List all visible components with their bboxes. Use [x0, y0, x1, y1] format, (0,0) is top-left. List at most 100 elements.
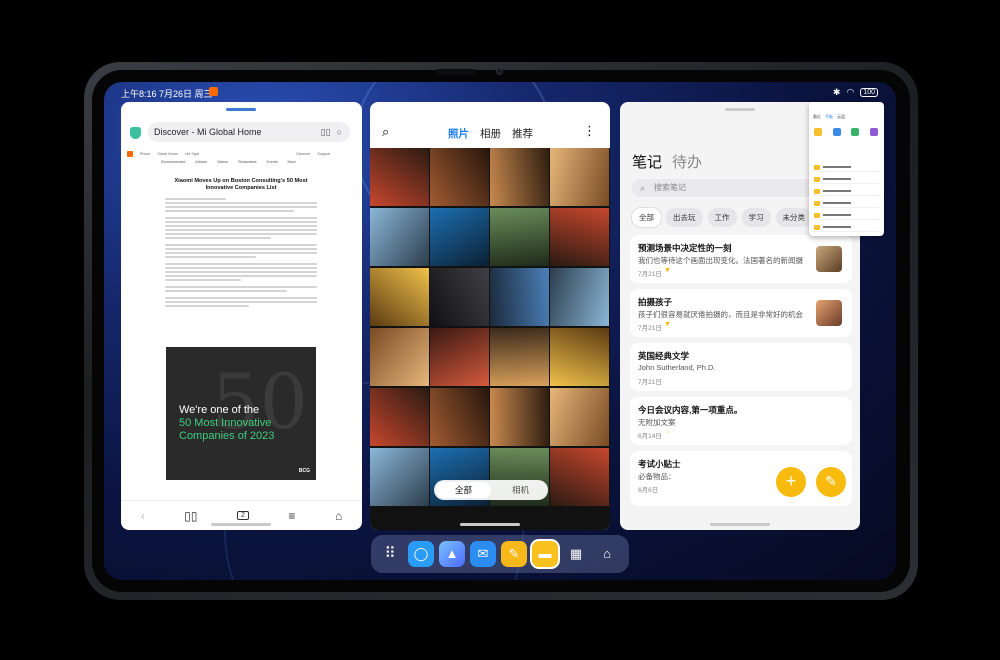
shield-icon	[130, 127, 141, 139]
chip[interactable]: 出去玩	[666, 208, 703, 227]
photo-thumbnail[interactable]	[370, 328, 429, 386]
add-note-button[interactable]: +	[776, 467, 806, 497]
home-icon[interactable]: ⌂	[594, 541, 620, 567]
chip[interactable]: 全部	[632, 208, 661, 227]
file-row[interactable]	[813, 176, 879, 184]
more-icon[interactable]: ⋮	[583, 123, 596, 139]
category-link[interactable]: Recommended	[161, 160, 185, 164]
nav-link[interactable]: Smart Home	[157, 152, 177, 156]
gallery-icon[interactable]: ▲	[439, 541, 465, 567]
photo-thumbnail[interactable]	[430, 268, 489, 326]
note-card[interactable]: 预测场景中决定性的一刻 我们也等待这个画面出现变化。法国著名的新闻摄影 7月21…	[630, 235, 852, 283]
photo-thumbnail[interactable]	[370, 448, 429, 506]
media-icon[interactable]	[869, 128, 878, 136]
doc-icon[interactable]	[832, 128, 841, 136]
folder-icon[interactable]	[814, 128, 822, 136]
file-row[interactable]	[813, 188, 879, 196]
segment-all[interactable]: 全部	[436, 482, 491, 498]
photo-thumbnail[interactable]	[370, 388, 429, 446]
photo-thumbnail[interactable]	[430, 208, 489, 266]
window-handle[interactable]	[226, 108, 256, 111]
search-icon[interactable]: ⌕	[382, 124, 389, 140]
category-link[interactable]: Articles	[195, 160, 207, 164]
mini-tab[interactable]: 云盘	[837, 114, 845, 120]
gesture-bar[interactable]	[460, 523, 520, 526]
photo-thumbnail[interactable]	[490, 268, 549, 326]
note-card[interactable]: 今日会议内容,第一项重点。 无附加文案 6月14日 ⇔	[630, 397, 852, 445]
source-segment: 全部 相机	[434, 480, 548, 500]
reload-icon[interactable]: ○	[337, 127, 342, 138]
photo-thumbnail[interactable]	[370, 208, 429, 266]
category-link[interactable]: Showcases	[238, 160, 256, 164]
browser-window[interactable]: Discover - Mi Global Home ▯▯ ○ Phone Smar…	[121, 102, 362, 530]
menu-icon[interactable]: ≡	[288, 509, 295, 523]
camera-bar	[436, 69, 476, 75]
chip[interactable]: 未分类	[775, 208, 812, 227]
notes-icon[interactable]: ✎	[501, 541, 527, 567]
nav-link[interactable]: Life Style	[185, 152, 200, 156]
dock: ⠿ ◯ ▲ ✉ ✎ ▬ ▦ ⌂	[371, 535, 629, 573]
photo-thumbnail[interactable]	[490, 388, 549, 446]
photo-thumbnail[interactable]	[370, 148, 429, 206]
chip[interactable]: 学习	[741, 208, 771, 227]
mail-icon[interactable]: ✉	[470, 541, 496, 567]
tab-photos[interactable]: 照片	[448, 126, 469, 141]
tab-notes[interactable]: 笔记	[632, 151, 662, 172]
photo-thumbnail[interactable]	[370, 268, 429, 326]
gallery-window[interactable]: ⌕ 照片 相册 推荐 ⋮ 全部 相机	[370, 102, 610, 530]
photo-thumbnail[interactable]	[550, 148, 609, 206]
photo-thumbnail[interactable]	[430, 148, 489, 206]
files-icon[interactable]: ▬	[532, 541, 558, 567]
tab-albums[interactable]: 相册	[480, 126, 501, 141]
grid-app-icon[interactable]: ▦	[563, 541, 589, 567]
gesture-bar[interactable]	[211, 523, 271, 526]
nav-link[interactable]: Discover	[296, 152, 310, 156]
photo-thumbnail[interactable]	[430, 328, 489, 386]
tab-todo[interactable]: 待办	[672, 151, 702, 172]
note-title: 考试小贴士	[638, 459, 681, 469]
note-title: 预测场景中决定性的一刻	[638, 243, 732, 253]
category-link[interactable]: Videos	[217, 160, 228, 164]
address-bar[interactable]: Discover - Mi Global Home ▯▯ ○	[148, 122, 350, 142]
category-link[interactable]: Events	[267, 160, 278, 164]
category-link[interactable]: More	[288, 160, 296, 164]
window-handle[interactable]	[725, 108, 755, 111]
nav-link[interactable]: Support	[317, 152, 330, 156]
file-row[interactable]	[813, 224, 879, 232]
photo-thumbnail[interactable]	[550, 328, 609, 386]
file-row[interactable]	[813, 212, 879, 220]
mini-tab[interactable]: 平板	[825, 114, 833, 120]
home-icon[interactable]: ⌂	[335, 509, 342, 523]
mini-tab[interactable]: 最近	[813, 114, 821, 120]
nav-link[interactable]: Phone	[140, 152, 150, 156]
gesture-bar[interactable]	[710, 523, 770, 526]
photo-thumbnail[interactable]	[550, 208, 609, 266]
note-preview: John Sutherland, Ph.D.	[638, 363, 716, 372]
tab-recommended[interactable]: 推荐	[512, 126, 533, 141]
banner-line: Companies of 2023	[179, 430, 275, 442]
segment-camera[interactable]: 相机	[493, 484, 548, 496]
photo-thumbnail[interactable]	[430, 388, 489, 446]
tabs-button[interactable]: 2	[237, 511, 249, 520]
reader-icon[interactable]: ▯▯	[321, 127, 331, 138]
bluetooth-icon: ✱	[832, 87, 841, 97]
messages-icon[interactable]: ◯	[408, 541, 434, 567]
photo-thumbnail[interactable]	[490, 148, 549, 206]
note-card[interactable]: 拍摄孩子 孩子们很容易就厌倦拍摄的，而且是非常好的机会 7月21日 ▼	[630, 289, 852, 337]
file-row[interactable]	[813, 164, 879, 172]
floating-files-window[interactable]: 最近 平板 云盘	[809, 102, 884, 236]
note-card[interactable]: 英国经典文学 John Sutherland, Ph.D. 7月21日	[630, 343, 852, 391]
back-icon[interactable]: ‹	[141, 509, 145, 523]
photo-thumbnail[interactable]	[550, 268, 609, 326]
app-library-icon[interactable]: ⠿	[377, 541, 403, 567]
file-row[interactable]	[813, 200, 879, 208]
search-placeholder: 搜索笔记	[654, 183, 686, 192]
chip[interactable]: 工作	[707, 208, 737, 227]
photo-thumbnail[interactable]	[550, 448, 609, 506]
sheet-icon[interactable]	[851, 128, 860, 136]
photo-thumbnail[interactable]	[490, 208, 549, 266]
bookmarks-icon[interactable]: ▯▯	[184, 509, 197, 523]
photo-thumbnail[interactable]	[550, 388, 609, 446]
photo-thumbnail[interactable]	[490, 328, 549, 386]
handwriting-button[interactable]: ✎	[816, 467, 846, 497]
